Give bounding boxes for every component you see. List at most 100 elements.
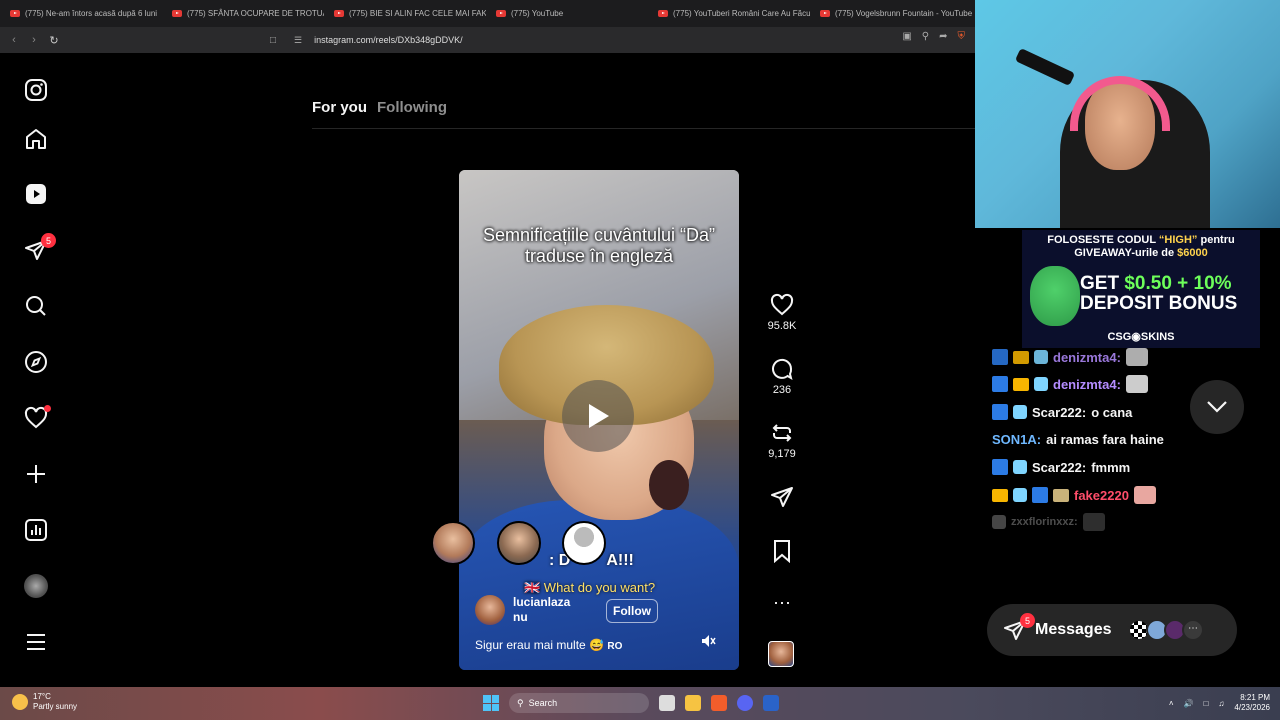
reload-icon[interactable]: ↻	[44, 34, 64, 47]
reels-icon[interactable]	[24, 182, 48, 206]
webcam-feed	[975, 0, 1280, 228]
browser-tab[interactable]: (775) Vogelsbrunn Fountain - YouTube	[810, 0, 972, 27]
subtitle-romanian-end: A!!!	[606, 552, 634, 569]
discord-icon[interactable]	[737, 695, 753, 711]
direct-messages-icon[interactable]: 5	[24, 233, 56, 262]
notification-badge: 5	[41, 233, 56, 248]
mute-icon[interactable]	[700, 633, 716, 654]
tab-for-you[interactable]: For you	[312, 99, 367, 116]
browser-tab[interactable]: (775) YouTuberi Români Care Au Făcut	[648, 0, 810, 27]
taskbar-search[interactable]: ⚲ Search	[509, 693, 649, 713]
url-text[interactable]: instagram.com/reels/DXb348gDDVK/	[314, 35, 463, 45]
ad-promo-text: FOLOSESTE CODUL “HIGH” pentru GIVEAWAY-u…	[1022, 230, 1260, 260]
comment-button[interactable]: 236	[757, 357, 807, 396]
save-button[interactable]	[757, 539, 807, 566]
clock[interactable]: 8:21 PM 4/23/2026	[1234, 693, 1270, 713]
home-icon[interactable]	[24, 127, 48, 151]
site-settings-icon[interactable]: ☰	[294, 35, 302, 46]
ad-brand-logo: CSG◉SKINS	[1107, 331, 1175, 343]
ad-amount: $6000	[1177, 247, 1208, 259]
ad-bonus-prefix: GET	[1080, 273, 1125, 294]
notifications-heart-icon[interactable]	[24, 405, 51, 430]
like-button[interactable]: 95.8K	[757, 293, 807, 332]
badge-icon	[1013, 405, 1027, 419]
tab-following[interactable]: Following	[377, 99, 447, 116]
browser-tab[interactable]: (775) SFÂNTA OCUPARE DE TROTUAR	[162, 0, 324, 27]
overlay-avatar	[431, 521, 475, 565]
chat-username: denizmta4:	[1053, 376, 1121, 392]
clock-time: 8:21 PM	[1240, 693, 1270, 702]
chat-username: Scar222:	[1032, 459, 1087, 475]
chat-message: SON1A: ai ramas fara haine	[992, 432, 1164, 447]
chat-message: zxxflorinxxz:	[992, 513, 1105, 531]
weather-widget[interactable]: 17°C Partly sunny	[12, 692, 77, 712]
messages-button[interactable]: 5 Messages ⋯	[987, 604, 1237, 656]
chevron-up-icon[interactable]: ˄	[1169, 699, 1174, 708]
chat-message: Scar222: fmmm	[992, 459, 1130, 475]
emote-icon	[1125, 375, 1148, 393]
search-icon[interactable]	[24, 294, 48, 318]
share-button[interactable]	[757, 485, 807, 512]
audio-thumbnail[interactable]	[768, 641, 794, 667]
menu-icon[interactable]	[24, 630, 48, 654]
badge-icon	[1013, 460, 1027, 474]
cast-icon[interactable]: ▣	[902, 31, 911, 42]
more-options-icon[interactable]: ⋯	[757, 593, 807, 614]
chat-username: SON1A:	[992, 432, 1042, 447]
taskbar-apps: ⚲ Search	[483, 693, 779, 713]
subtitle-english: 🇬🇧 What do you want?	[524, 580, 656, 595]
file-explorer-icon[interactable]	[685, 695, 701, 711]
reel-description[interactable]: Sigur erau mai multe 😅 RO	[475, 638, 622, 652]
chat-message: fake2220	[992, 486, 1156, 504]
crown-icon	[992, 488, 1008, 502]
chat-text: ai ramas fara haine	[1046, 432, 1164, 447]
share-icon	[771, 487, 793, 507]
forward-icon[interactable]: ›	[24, 34, 44, 46]
brave-shield-icon[interactable]: ⛨	[958, 31, 966, 42]
badge-icon	[1013, 488, 1027, 502]
browser-tab[interactable]: (775) Ne-am întors acasă după 6 luni	[0, 0, 162, 27]
bookmark-icon[interactable]: □	[270, 35, 276, 46]
youtube-icon	[172, 10, 182, 17]
webcam-microphone	[1014, 47, 1076, 87]
calculator-icon[interactable]	[763, 695, 779, 711]
weather-temp: 17°C	[33, 692, 51, 701]
profile-avatar[interactable]	[24, 574, 48, 598]
speaker-icon[interactable]: 🔊	[1184, 699, 1194, 708]
chevron-down-icon	[1207, 401, 1227, 413]
brave-browser-icon[interactable]	[711, 695, 727, 711]
follow-button[interactable]: Follow	[606, 599, 658, 623]
explore-icon[interactable]	[24, 350, 48, 374]
task-view-icon[interactable]	[659, 695, 675, 711]
comment-count: 236	[772, 384, 792, 396]
badge-icon	[1034, 350, 1048, 364]
reel-caption: Semnificațiile cuvântului “Da” traduse î…	[482, 225, 716, 266]
instagram-logo-icon[interactable]	[24, 78, 48, 102]
description-text: Sigur erau mai multe 😅	[475, 638, 604, 652]
display-icon[interactable]: □	[1204, 699, 1209, 708]
address-bar: ‹ › ↻ □ ☰ instagram.com/reels/DXb348gDDV…	[0, 27, 975, 53]
zoom-icon[interactable]: ⚲	[922, 31, 929, 42]
volume-icon[interactable]: ♫	[1218, 699, 1224, 708]
browser-tab[interactable]: (775) BIE SI ALIN FAC CELE MAI FAKE	[324, 0, 486, 27]
moderator-icon	[992, 349, 1008, 365]
reel-video[interactable]: Semnificațiile cuvântului “Da” traduse î…	[459, 170, 739, 670]
author-avatar[interactable]	[475, 595, 505, 625]
youtube-icon	[658, 10, 668, 17]
browser-tab[interactable]: (775) YouTube	[486, 0, 648, 27]
back-icon[interactable]: ‹	[4, 34, 24, 46]
windows-start-icon[interactable]	[483, 695, 499, 711]
moderator-icon	[992, 459, 1008, 475]
browser-tab-bar: (775) Ne-am întors acasă după 6 luni (77…	[0, 0, 975, 27]
youtube-icon	[10, 10, 20, 17]
create-icon[interactable]	[24, 462, 48, 486]
dashboard-icon[interactable]	[24, 518, 48, 542]
crown-icon	[1013, 350, 1029, 364]
sponsor-ad: FOLOSESTE CODUL “HIGH” pentru GIVEAWAY-u…	[1022, 230, 1260, 348]
play-button[interactable]	[562, 380, 634, 452]
scroll-down-button[interactable]	[1190, 380, 1244, 434]
author-username[interactable]: lucianlaza	[513, 595, 570, 610]
share-icon[interactable]: ➦	[939, 31, 947, 42]
more-icon: ⋯	[1182, 619, 1204, 641]
repost-button[interactable]: 9,179	[757, 421, 807, 460]
